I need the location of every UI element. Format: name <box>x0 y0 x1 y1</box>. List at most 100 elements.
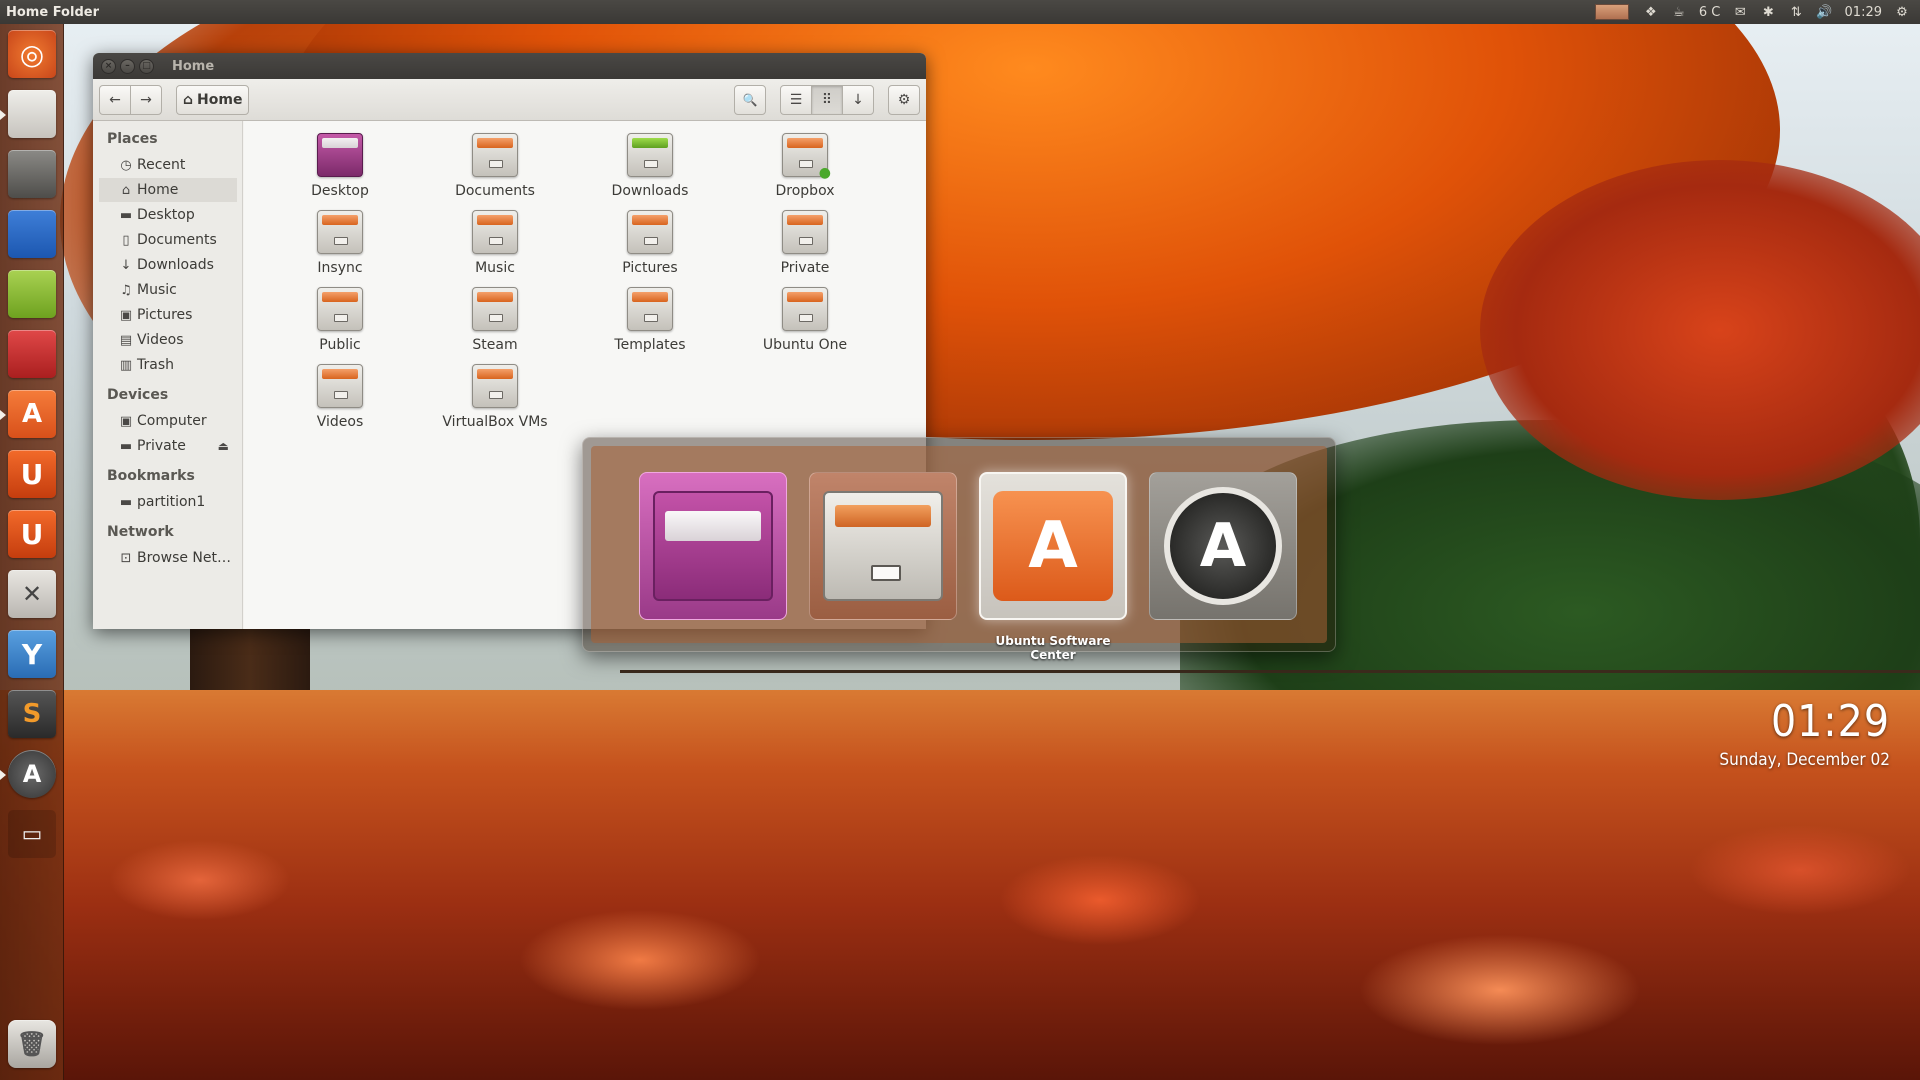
launcher-writer-icon[interactable] <box>8 210 56 258</box>
launcher-steam-icon[interactable] <box>8 150 56 198</box>
folder-virtualbox-vms[interactable]: VirtualBox VMs <box>425 362 565 438</box>
folder-dropbox[interactable]: ● Dropbox <box>735 131 875 207</box>
cup-icon[interactable]: ☕ <box>1665 0 1693 24</box>
sidebar-item-browse-network[interactable]: ⊡ Browse Net… <box>99 546 237 570</box>
templates-folder-icon <box>627 287 673 331</box>
launcher-system-tools-icon[interactable]: ✕ <box>8 570 56 618</box>
running-indicator-pip <box>0 410 6 420</box>
desktop-clock-time: 01:29 <box>1770 696 1890 747</box>
forward-button[interactable]: → <box>130 84 162 115</box>
folder-documents[interactable]: Documents <box>425 131 565 207</box>
ubuntu-one-glyph: U <box>20 457 44 491</box>
sidebar-item-computer[interactable]: ▣ Computer <box>99 409 237 433</box>
wallpaper-foreground-leaves <box>0 760 1920 1080</box>
sidebar-item-recent[interactable]: ◷ Recent <box>99 153 237 177</box>
trash-glyph: 🗑 <box>16 1030 48 1058</box>
switcher-files-tile[interactable] <box>809 472 957 620</box>
sidebar-item-downloads[interactable]: ↓ Downloads <box>99 253 237 277</box>
switcher-panel: A A Ubuntu Software Center <box>591 446 1327 662</box>
list-view-button[interactable]: ☰ <box>780 84 812 115</box>
launcher-update-manager-icon[interactable]: A <box>8 750 56 798</box>
folder-ubuntu-one[interactable]: Ubuntu One <box>735 285 875 361</box>
shopping-bag-icon: A <box>993 491 1113 601</box>
panel-clock[interactable]: 01:29 <box>1839 0 1888 24</box>
switcher-update-manager-tile[interactable]: A <box>1149 472 1297 620</box>
maximize-icon: □ <box>142 60 151 71</box>
launcher-software-center-icon[interactable]: A <box>8 390 56 438</box>
window-close-button[interactable]: × <box>101 58 116 74</box>
history-nav: ← → <box>99 84 162 115</box>
launcher-calc-icon[interactable] <box>8 270 56 318</box>
indicator-area: ❖ ☕ 6 C ✉ ✱ ⇅ 🔊 01:29 ⚙ <box>1594 0 1916 24</box>
launcher-workspace-switcher-icon[interactable]: ▭ <box>8 810 56 858</box>
breadcrumb-home-label: Home <box>197 91 243 108</box>
search-button[interactable]: 🔍 <box>734 84 766 115</box>
breadcrumb-home-button[interactable]: ⌂ Home <box>176 84 250 115</box>
folder-insync[interactable]: Insync <box>270 208 410 284</box>
folder-public[interactable]: Public <box>270 285 410 361</box>
folder-steam[interactable]: Steam <box>425 285 565 361</box>
window-minimize-button[interactable]: – <box>120 58 135 74</box>
network-icon[interactable]: ⇅ <box>1782 0 1810 24</box>
launcher-y-ppa-icon[interactable]: Y <box>8 630 56 678</box>
window-maximize-button[interactable]: □ <box>139 58 154 74</box>
back-arrow-icon: ← <box>109 91 121 108</box>
workspace-switcher-icon <box>653 491 773 601</box>
window-titlebar[interactable]: × – □ Home <box>93 53 926 79</box>
sidebar-item-documents[interactable]: ▯ Documents <box>99 228 237 252</box>
folder-downloads[interactable]: Downloads <box>580 131 720 207</box>
eject-icon[interactable]: ⏏ <box>218 439 229 453</box>
session-gear-icon[interactable]: ⚙ <box>1888 0 1916 24</box>
running-indicator-pip <box>0 770 6 780</box>
keyboard-layout-flag-icon[interactable] <box>1594 4 1629 20</box>
launcher-sublime-icon[interactable]: S <box>8 690 56 738</box>
folder-templates[interactable]: Templates <box>580 285 720 361</box>
sidebar-item-label: Desktop <box>137 207 195 223</box>
folder-music[interactable]: Music <box>425 208 565 284</box>
bluetooth-icon[interactable]: ✱ <box>1754 0 1782 24</box>
launcher-files-icon[interactable] <box>8 90 56 138</box>
weather-indicator[interactable]: 6 C <box>1693 0 1726 24</box>
sidebar-item-trash[interactable]: ▥ Trash <box>99 353 237 377</box>
sidebar-header-network: Network <box>107 524 174 540</box>
switcher-selected-label: Ubuntu Software Center <box>995 634 1111 662</box>
sidebar-item-music[interactable]: ♫ Music <box>99 278 237 302</box>
volume-icon[interactable]: 🔊 <box>1810 0 1838 24</box>
sidebar-item-partition1[interactable]: ▬ partition1 <box>99 490 237 514</box>
back-button[interactable]: ← <box>99 84 131 115</box>
drive-icon: ▬ <box>119 438 133 454</box>
file-label: Documents <box>455 183 535 199</box>
sort-down-icon: ↓ <box>852 91 864 108</box>
folder-private[interactable]: Private <box>735 208 875 284</box>
videos-folder-icon <box>317 364 363 408</box>
sidebar-item-label: Recent <box>137 157 186 173</box>
folder-videos[interactable]: Videos <box>270 362 410 438</box>
unity-launcher: ◎ A U U ✕ Y S A ▭ 🗑 <box>0 24 64 1080</box>
mail-icon[interactable]: ✉ <box>1726 0 1754 24</box>
switcher-software-center-tile[interactable]: A <box>979 472 1127 620</box>
sidebar-item-videos[interactable]: ▤ Videos <box>99 328 237 352</box>
desktop-folder-icon <box>317 133 363 177</box>
dash-home-button[interactable]: ◎ <box>8 30 56 78</box>
workspace-glyph: ▭ <box>21 821 43 847</box>
folder-pictures[interactable]: Pictures <box>580 208 720 284</box>
document-icon: ▯ <box>122 232 130 248</box>
sort-button[interactable]: ↓ <box>842 84 874 115</box>
sidebar-item-desktop[interactable]: ▬ Desktop <box>99 203 237 227</box>
file-label: Videos <box>316 414 364 430</box>
grid-view-button[interactable]: ⠿ <box>811 84 843 115</box>
sidebar-item-pictures[interactable]: ▣ Pictures <box>99 303 237 327</box>
folder-desktop[interactable]: Desktop <box>270 131 410 207</box>
launcher-trash-icon[interactable]: 🗑 <box>8 1020 56 1068</box>
launcher-ubuntu-one-music-icon[interactable]: U <box>8 510 56 558</box>
sync-check-icon: ● <box>818 165 831 181</box>
switcher-workspace-tile[interactable] <box>639 472 787 620</box>
grid-view-icon: ⠿ <box>821 91 833 108</box>
launcher-ubuntu-one-icon[interactable]: U <box>8 450 56 498</box>
launcher-impress-icon[interactable] <box>8 330 56 378</box>
sidebar-item-private[interactable]: ▬ Private ⏏ <box>99 434 237 458</box>
settings-menu-button[interactable]: ⚙ <box>888 84 920 115</box>
dropbox-icon[interactable]: ❖ <box>1637 0 1665 24</box>
sidebar-item-home[interactable]: ⌂ Home <box>99 178 237 202</box>
sidebar-item-label: Home <box>137 182 179 198</box>
